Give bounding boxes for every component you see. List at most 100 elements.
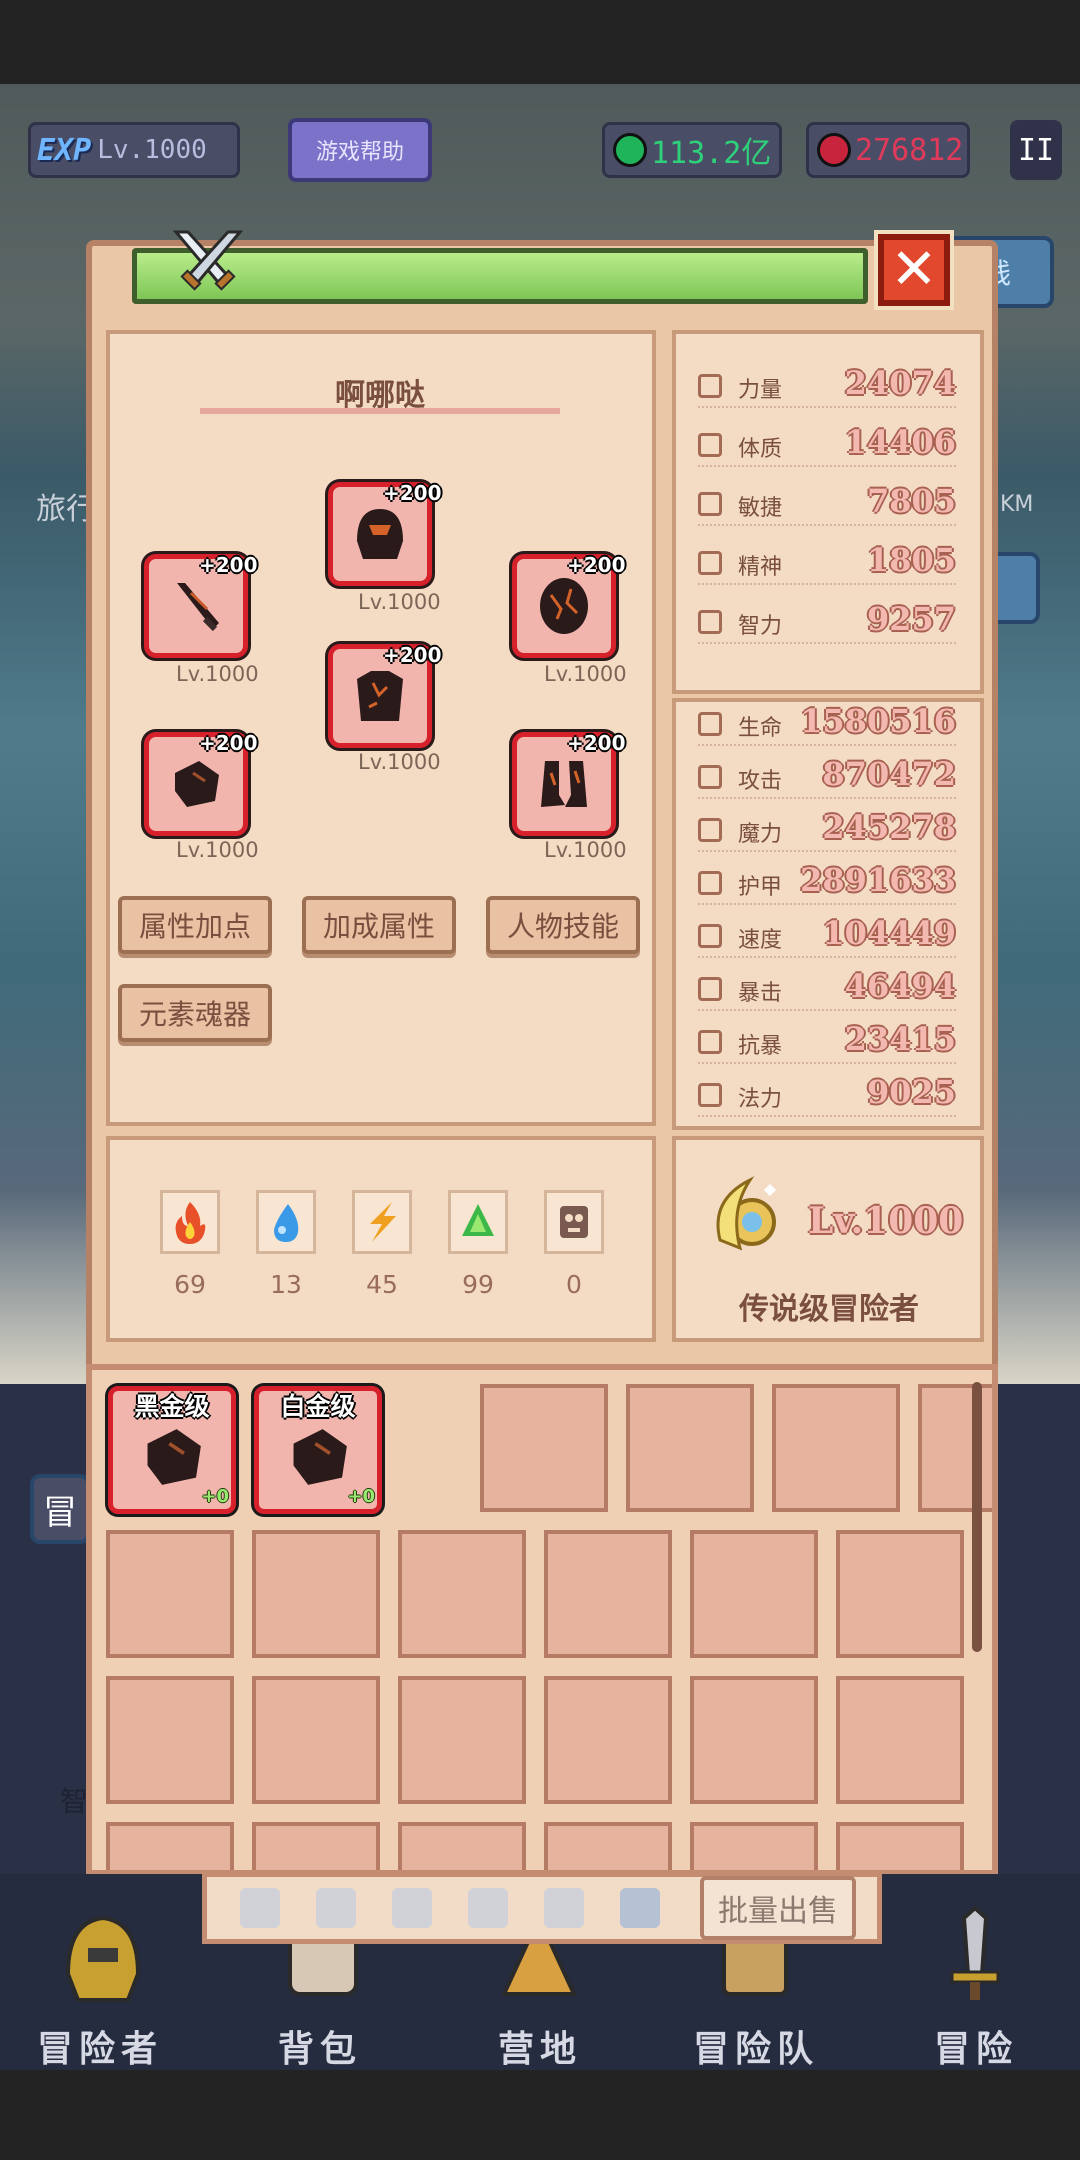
pause-button[interactable]: II [1010, 120, 1062, 180]
inventory-slot[interactable] [398, 1530, 526, 1658]
inventory-slot[interactable] [544, 1676, 672, 1804]
inventory-slot[interactable] [690, 1676, 818, 1804]
dark-element-icon [560, 1206, 588, 1238]
element-wind-count: 99 [462, 1270, 494, 1299]
inventory-slot[interactable] [106, 1676, 234, 1804]
stat-label: 法力 [738, 1087, 783, 1112]
background-tab[interactable]: 冒 [30, 1474, 90, 1544]
inventory-slot[interactable] [836, 1822, 964, 1870]
inventory-slot[interactable] [544, 1530, 672, 1658]
inventory-slot[interactable] [480, 1384, 608, 1512]
dark-helmet-icon [357, 509, 403, 559]
background-label: 智 [60, 1785, 89, 1818]
bulk-sell-button[interactable]: 批量出售 [700, 1876, 856, 1940]
inventory-scrollbar[interactable] [972, 1382, 982, 1652]
close-button[interactable]: ✕ [878, 234, 950, 306]
wind-element-icon [462, 1204, 494, 1236]
spirit-icon [698, 551, 722, 575]
skull-filter-icon[interactable] [392, 1888, 432, 1928]
rank-emblem-icon [716, 1176, 776, 1251]
helmet-filter-icon[interactable] [468, 1888, 508, 1928]
stat-label: 暴击 [738, 981, 783, 1006]
element-water[interactable] [256, 1190, 316, 1254]
inventory-slot[interactable] [106, 1822, 234, 1870]
stat-label: 智力 [738, 614, 783, 639]
nav-backpack[interactable]: 背包 [220, 2020, 420, 2072]
weapon-filter-icon[interactable] [240, 1888, 280, 1928]
stat-row-hp: 生命 1580516 [698, 702, 956, 746]
stat-value: 14406 [844, 423, 956, 461]
stat-label: 精神 [738, 555, 783, 580]
dark-gloves-icon [147, 1429, 201, 1485]
element-dark-count: 0 [566, 1270, 582, 1299]
equipment-slot-armor[interactable]: +200 [328, 643, 442, 748]
ruby-currency: 276812 [806, 122, 970, 178]
inventory-item-gloves[interactable]: 黑金级 +0 [108, 1386, 236, 1514]
heart-icon [698, 712, 722, 736]
mana-icon [698, 1083, 722, 1107]
inventory-slot[interactable] [544, 1822, 672, 1870]
stat-row-agility: 敏捷 7805 [698, 482, 956, 526]
item-grade: 黑金级 [134, 1392, 210, 1421]
inventory-slot[interactable] [106, 1530, 234, 1658]
inventory-item-gloves[interactable]: 白金级 +0 [254, 1386, 382, 1514]
equipment-slot-gloves[interactable]: +200 [144, 731, 258, 836]
critical-icon [698, 977, 722, 1001]
adventure-sword-icon [950, 1905, 1000, 2000]
element-soul-button[interactable]: 元素魂器 [118, 984, 272, 1042]
inventory-slot[interactable] [626, 1384, 754, 1512]
nav-camp[interactable]: 营地 [440, 2020, 640, 2072]
game-help-button[interactable]: 游戏帮助 [288, 118, 432, 182]
stat-row-constitution: 体质 14406 [698, 423, 956, 467]
inventory-slot[interactable] [836, 1530, 964, 1658]
inventory-slot[interactable] [398, 1822, 526, 1870]
inventory-slot[interactable] [772, 1384, 900, 1512]
stat-row-crit-resist: 抗暴 23415 [698, 1020, 956, 1064]
emerald-currency: 113.2亿 [602, 122, 782, 178]
inventory-slot[interactable] [398, 1676, 526, 1804]
equipment-level: Lv.1000 [176, 838, 259, 862]
nav-adventurer[interactable]: 冒险者 [0, 2020, 200, 2072]
stat-label: 敏捷 [738, 496, 783, 521]
nav-team[interactable]: 冒险队 [656, 2020, 856, 2072]
equipment-slot-boots[interactable]: +200 [512, 731, 626, 836]
inventory-slot[interactable] [690, 1822, 818, 1870]
equipment-level: Lv.1000 [544, 662, 627, 686]
inventory-slot[interactable] [836, 1676, 964, 1804]
equipment-level: Lv.1000 [176, 662, 259, 686]
rank-title: 传说级冒险者 [739, 1292, 919, 1327]
inventory-slot[interactable] [252, 1822, 380, 1870]
stat-label: 生命 [738, 716, 783, 741]
element-wind[interactable] [448, 1190, 508, 1254]
status-bar [0, 0, 1080, 84]
inventory-slot[interactable] [252, 1530, 380, 1658]
equipment-slot-shield[interactable]: +200 [512, 553, 626, 658]
equipment-slot-weapon[interactable]: +200 [144, 553, 258, 658]
system-bar [0, 2070, 1080, 2160]
stat-value: 1805 [866, 541, 956, 579]
shield-filter-icon[interactable] [316, 1888, 356, 1928]
stat-value: 2891633 [800, 861, 956, 899]
boot-icon [698, 924, 722, 948]
fire-element-icon [175, 1202, 206, 1244]
element-fire[interactable] [160, 1190, 220, 1254]
crit-resist-icon [698, 1030, 722, 1054]
stat-value: 870472 [822, 755, 956, 793]
inventory-slot[interactable] [252, 1676, 380, 1804]
element-lightning[interactable] [352, 1190, 412, 1254]
character-skills-button[interactable]: 人物技能 [486, 896, 640, 954]
inventory-slot[interactable] [918, 1384, 992, 1512]
ring-filter-icon[interactable] [620, 1888, 660, 1928]
armor-filter-icon[interactable] [544, 1888, 584, 1928]
nav-adventure[interactable]: 冒险 [876, 2020, 1076, 2072]
equipment-slot-helmet[interactable]: +200 [328, 481, 442, 586]
name-underline [200, 408, 560, 414]
stat-value: 104449 [822, 914, 956, 952]
background-distance-label: KM [1000, 492, 1034, 517]
player-level: Lv.1000 [97, 135, 207, 165]
stat-value: 7805 [866, 482, 956, 520]
element-dark[interactable] [544, 1190, 604, 1254]
attribute-points-button[interactable]: 属性加点 [118, 896, 272, 954]
bonus-attributes-button[interactable]: 加成属性 [302, 896, 456, 954]
inventory-slot[interactable] [690, 1530, 818, 1658]
